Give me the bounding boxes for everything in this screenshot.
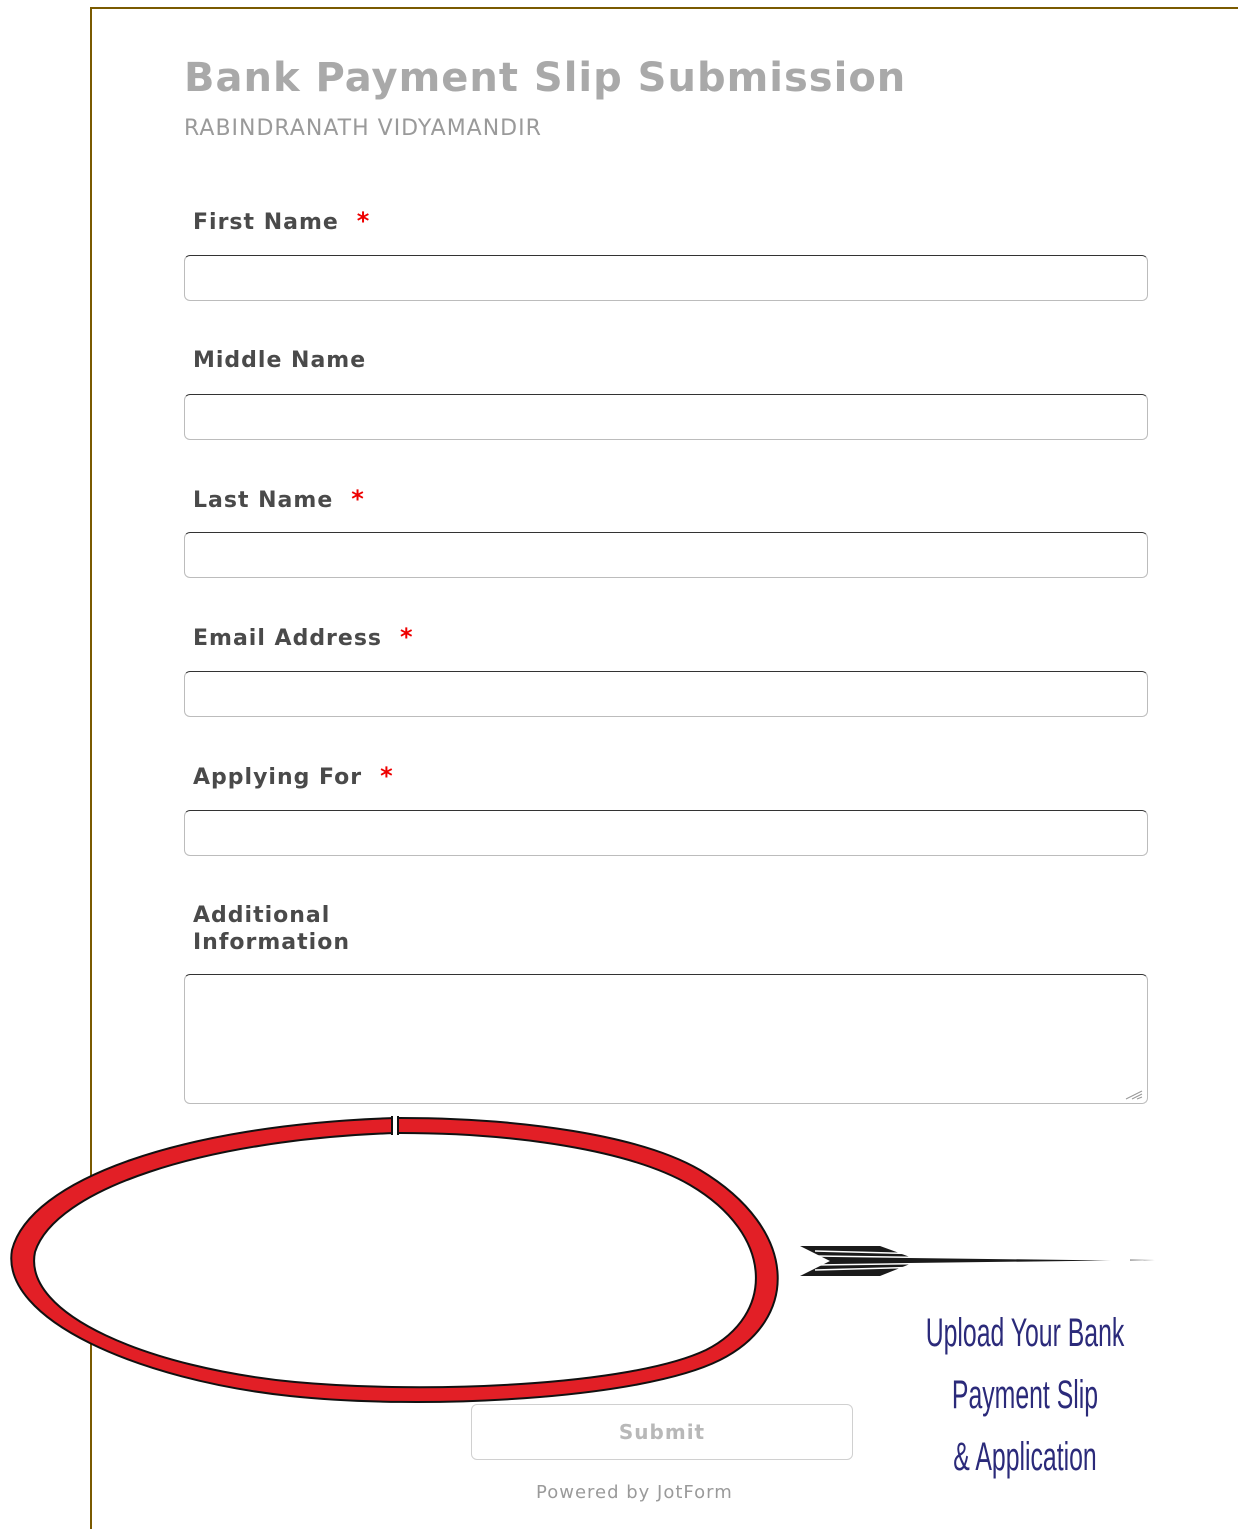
additional-info-label-line1: Additional [193, 903, 331, 928]
form-subtitle: RABINDRANATH VIDYAMANDIR [184, 116, 542, 141]
middle-name-label: Middle Name [193, 347, 366, 374]
required-asterisk: * [380, 762, 394, 790]
application-copy-label: Copy of Application [193, 1274, 454, 1301]
additional-info-label-line2: Information [193, 930, 350, 955]
middle-name-label-text: Middle Name [193, 348, 367, 373]
applying-for-input[interactable] [184, 810, 1148, 856]
required-asterisk: * [459, 1155, 474, 1183]
last-name-input[interactable] [184, 532, 1148, 578]
resize-grip-icon[interactable] [1124, 1090, 1144, 1100]
email-label-text: Email Address [193, 626, 383, 651]
powered-by-footer: Powered by JotForm [536, 1482, 733, 1503]
submit-button[interactable]: Submit [471, 1404, 853, 1460]
application-copy-label-text: Copy of Application [193, 1275, 454, 1300]
annotation-line2: & Application [953, 1435, 1097, 1479]
last-name-label: Last Name * [193, 486, 365, 514]
annotation-line1: Upload Your Bank Payment Slip [925, 1311, 1125, 1417]
required-asterisk: * [356, 207, 371, 235]
first-name-input[interactable] [184, 255, 1148, 301]
email-input[interactable] [184, 671, 1148, 717]
application-copy-choose-file-button[interactable]: Choose File [184, 1319, 402, 1347]
applying-for-label: Applying For * [193, 763, 394, 791]
form-title: Bank Payment Slip Submission [184, 55, 907, 101]
required-asterisk: * [400, 623, 414, 651]
additional-info-textarea[interactable] [184, 974, 1148, 1104]
email-label: Email Address * [193, 624, 414, 652]
bank-slip-file-status: No file chosen [415, 1203, 557, 1227]
first-name-label: First Name * [193, 208, 370, 236]
applying-for-label-text: Applying For [193, 765, 363, 790]
bank-slip-choose-file-button[interactable]: Choose File [184, 1201, 402, 1229]
bank-slip-label-text: Bank Payment Slip [193, 1158, 442, 1183]
last-name-label-text: Last Name [193, 488, 334, 513]
middle-name-input[interactable] [184, 394, 1148, 440]
additional-info-label: Additional Information [193, 902, 350, 956]
bank-slip-label: Bank Payment Slip * [193, 1156, 474, 1184]
required-asterisk: * [351, 485, 365, 513]
first-name-label-text: First Name [193, 210, 339, 235]
upload-annotation-text: Upload Your Bank Payment Slip & Applicat… [898, 1302, 1152, 1488]
application-copy-file-status: No file chosen [415, 1321, 557, 1345]
